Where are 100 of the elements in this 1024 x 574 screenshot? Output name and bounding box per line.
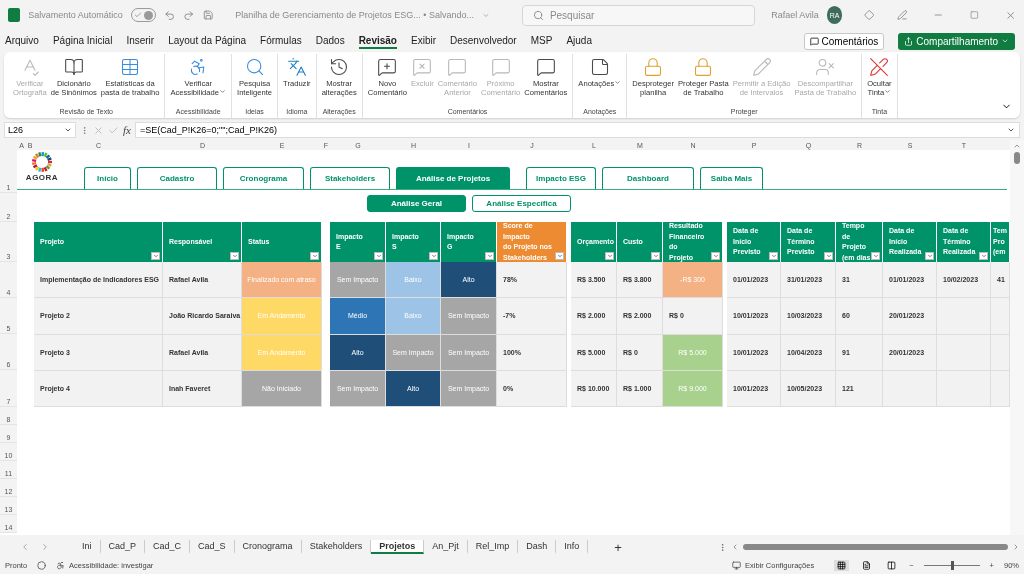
- formula-field[interactable]: =SE(Cad_P!K26=0;"";Cad_P!K26): [134, 122, 1020, 138]
- search-icon: [532, 9, 544, 21]
- filter-dropdown-button[interactable]: [429, 252, 438, 260]
- filter-dropdown-button[interactable]: [605, 252, 614, 260]
- horizontal-scrollbar-thumb[interactable]: [742, 544, 1008, 550]
- accessibility-icon[interactable]: [56, 560, 66, 570]
- insert-function-button[interactable]: fx: [123, 124, 131, 136]
- sheet-tab[interactable]: Dash: [518, 540, 557, 554]
- sheet-tab[interactable]: Cad_C: [145, 540, 191, 554]
- comment-delete-icon: [412, 57, 433, 77]
- excel-logo-icon: [8, 8, 21, 22]
- filter-dropdown-button[interactable]: [769, 252, 778, 260]
- caret-icon: [486, 253, 493, 259]
- nav-tab[interactable]: Dashboard: [602, 167, 694, 189]
- caret-icon: [64, 126, 72, 134]
- menu-tab[interactable]: Dados: [315, 33, 345, 49]
- filter-dropdown-button[interactable]: [374, 252, 383, 260]
- menu-tab[interactable]: Página Inicial: [52, 33, 113, 49]
- filter-dropdown-button[interactable]: [151, 252, 160, 260]
- filter-dropdown-button[interactable]: [871, 252, 880, 260]
- columns-icon: [887, 560, 897, 570]
- comment-plus-icon: [377, 57, 398, 77]
- monitor-icon: [732, 560, 741, 570]
- nav-tab[interactable]: Análise de Projetos: [396, 167, 510, 189]
- share-button[interactable]: Compartilhamento: [898, 32, 1015, 50]
- autosave-label: Salvamento Automático: [28, 10, 123, 20]
- comment-icon: [809, 36, 819, 46]
- menu-tab[interactable]: Fórmulas: [260, 33, 302, 49]
- caret-icon: [872, 253, 879, 259]
- user-name: Rafael Avila: [771, 10, 819, 20]
- share-icon: [904, 36, 914, 46]
- vertical-scrollbar-thumb[interactable]: [1014, 152, 1020, 164]
- note-icon: [589, 57, 610, 77]
- undo-icon[interactable]: [164, 8, 176, 22]
- sheet-tab[interactable]: Cronograma: [234, 540, 302, 554]
- nav-tab[interactable]: Impacto ESG: [526, 167, 596, 189]
- cancel-icon[interactable]: [93, 124, 104, 136]
- name-box[interactable]: L26: [4, 122, 76, 138]
- nav-tab[interactable]: Cadastro: [137, 167, 217, 189]
- scroll-right-icon[interactable]: [1012, 543, 1020, 551]
- user-icon: [815, 57, 836, 77]
- book-icon: [63, 57, 84, 77]
- nav-tab[interactable]: Cronograma: [223, 167, 304, 189]
- restore-icon[interactable]: [969, 10, 979, 20]
- lock-icon: [643, 57, 664, 77]
- zoom-thumb[interactable]: [950, 560, 954, 570]
- macro-record-icon[interactable]: [37, 560, 47, 570]
- filter-dropdown-button[interactable]: [651, 252, 660, 260]
- view-tab[interactable]: Análise Específica: [472, 195, 571, 212]
- sheet-tab[interactable]: Rel_Imp: [467, 540, 519, 554]
- table-icon: [120, 57, 141, 77]
- menu-tab[interactable]: Ajuda: [566, 33, 592, 49]
- more-icon[interactable]: [80, 125, 89, 135]
- previous-sheet-icon[interactable]: [20, 542, 30, 552]
- enter-icon[interactable]: [108, 124, 119, 136]
- diamond-icon[interactable]: [864, 9, 875, 21]
- menu-tab[interactable]: Revisão: [358, 33, 397, 49]
- sheet-tab[interactable]: Cad_S: [190, 540, 235, 554]
- filter-dropdown-button[interactable]: [711, 252, 720, 260]
- menu-tab[interactable]: Inserir: [126, 33, 155, 49]
- caret-icon: [375, 253, 382, 259]
- filter-dropdown-button[interactable]: [485, 252, 494, 260]
- add-sheet-button[interactable]: +: [608, 538, 628, 556]
- filter-dropdown-button[interactable]: [230, 252, 239, 260]
- comments-button[interactable]: Comentários: [803, 32, 885, 50]
- save-icon[interactable]: [202, 9, 214, 21]
- normal-view-button[interactable]: [834, 559, 850, 571]
- view-tab[interactable]: Análise Geral: [367, 195, 466, 212]
- filter-dropdown-button[interactable]: [310, 252, 319, 260]
- check-icon: [134, 11, 142, 19]
- comment-icon: [447, 57, 468, 77]
- scroll-up-icon[interactable]: [1013, 142, 1021, 150]
- redo-icon[interactable]: [183, 8, 195, 22]
- pen-icon[interactable]: [896, 9, 908, 21]
- menu-tab[interactable]: Desenvolvedor: [450, 33, 517, 49]
- translate-icon: [286, 57, 307, 77]
- nav-tab[interactable]: Saiba Mais: [700, 167, 763, 189]
- menu-tab[interactable]: Layout da Página: [168, 33, 247, 49]
- caret-icon: [825, 253, 832, 259]
- menu-tab[interactable]: Exibir: [411, 33, 436, 49]
- filter-dropdown-button[interactable]: [979, 252, 988, 260]
- sheet-tab[interactable]: Projetos: [371, 540, 425, 554]
- caret-icon: [770, 253, 777, 259]
- menu-tab[interactable]: MSP: [530, 33, 553, 49]
- page-icon: [862, 560, 872, 570]
- caret-icon: [311, 253, 318, 259]
- filter-dropdown-button[interactable]: [925, 252, 934, 260]
- sheet-tab[interactable]: Cad_P: [100, 540, 146, 554]
- nav-tab[interactable]: Início: [84, 167, 131, 189]
- sheet-tab[interactable]: An_Pjt: [424, 540, 468, 554]
- nav-tab[interactable]: Stakeholders: [310, 167, 390, 189]
- sheet-tab[interactable]: Ini: [74, 540, 101, 554]
- menu-tab[interactable]: Arquivo: [5, 33, 39, 49]
- sheet-tab[interactable]: Info: [556, 540, 589, 554]
- pen-icon: [869, 57, 890, 77]
- filter-dropdown-button[interactable]: [555, 252, 564, 260]
- filter-dropdown-button[interactable]: [824, 252, 833, 260]
- next-sheet-icon[interactable]: [40, 542, 50, 552]
- caret-icon: [1007, 126, 1015, 134]
- caret-icon: [231, 253, 238, 259]
